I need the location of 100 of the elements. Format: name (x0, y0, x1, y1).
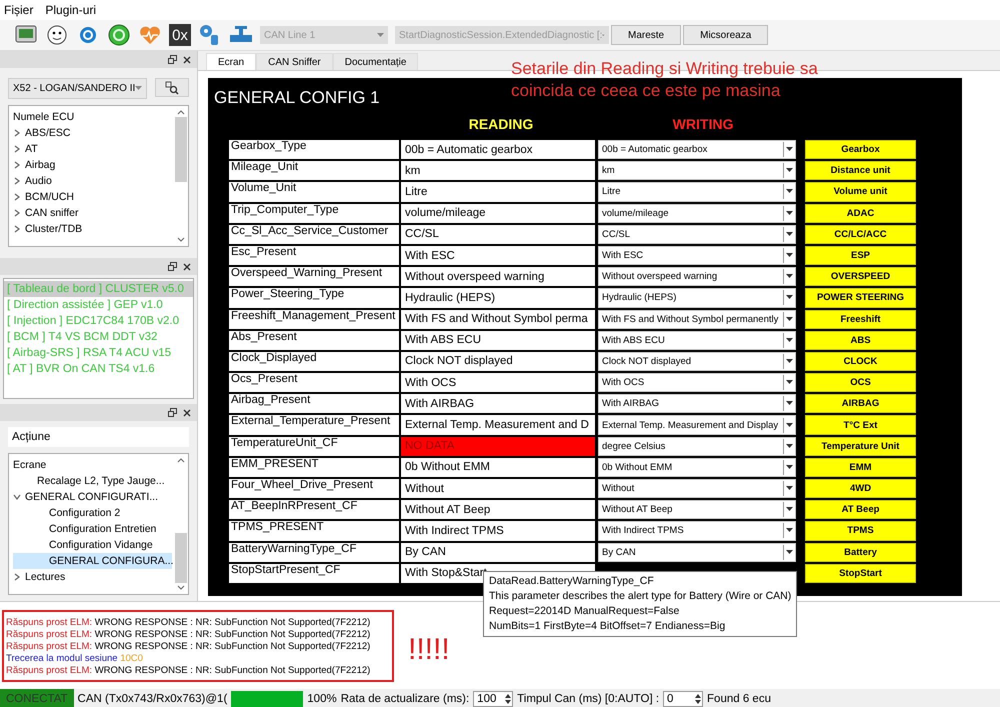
face-icon[interactable] (45, 23, 69, 47)
writing-dropdown[interactable]: By CAN (598, 542, 796, 562)
write-button[interactable]: CC/LC/ACC (805, 224, 916, 244)
parameter-name: EMM_PRESENT (229, 458, 399, 477)
writing-dropdown[interactable]: CC/SL (598, 224, 796, 244)
menu-item[interactable]: Plugin-uri (45, 3, 96, 17)
write-button[interactable]: POWER STEERING (805, 288, 916, 308)
close-icon[interactable] (183, 262, 191, 270)
write-button[interactable]: Volume unit (805, 182, 916, 202)
write-button[interactable]: EMM (805, 458, 916, 477)
scroll-up-icon[interactable] (177, 457, 185, 463)
writing-dropdown[interactable]: km (598, 161, 796, 180)
writing-dropdown[interactable]: Litre (598, 182, 796, 202)
caret-icon (786, 338, 793, 343)
write-button[interactable]: 4WD (805, 479, 916, 498)
hex-button[interactable]: 0x (169, 24, 191, 46)
writing-dropdown[interactable]: Clock NOT displayed (598, 352, 796, 372)
tree-item[interactable]: CAN sniffer (13, 205, 172, 221)
write-button[interactable]: Gearbox (805, 140, 916, 160)
writing-dropdown[interactable]: volume/mileage (598, 204, 796, 223)
tree-item[interactable]: Configuration Entretien (13, 521, 172, 537)
write-button[interactable]: Freeshift (805, 310, 916, 329)
tree-item[interactable]: AT (13, 141, 172, 157)
write-button[interactable]: Temperature Unit (805, 436, 916, 456)
writing-dropdown[interactable]: degree Celsius (598, 436, 796, 456)
writing-dropdown[interactable]: Hydraulic (HEPS) (598, 288, 796, 308)
writing-dropdown[interactable]: With AIRBAG (598, 394, 796, 414)
write-button[interactable]: StopStart (805, 564, 916, 583)
scroll-up-icon[interactable] (177, 109, 185, 115)
tab[interactable]: Documentație (332, 53, 418, 70)
vehicle-dropdown[interactable]: X52 - LOGAN/SANDERO II (8, 78, 148, 99)
scroll-down-icon[interactable] (177, 237, 185, 243)
tree-item[interactable]: Audio (13, 173, 172, 189)
tree-item[interactable]: Configuration Vidange (13, 537, 172, 553)
scroll-thumb[interactable] (175, 117, 187, 182)
refresh-spinbox[interactable]: 100 (473, 691, 514, 707)
write-button[interactable]: T°C Ext (805, 415, 916, 435)
writing-dropdown[interactable]: Without overspeed warning (598, 267, 796, 286)
float-icon[interactable] (168, 262, 177, 271)
close-icon[interactable] (183, 408, 191, 416)
spin-arrows-icon[interactable] (504, 692, 512, 706)
close-icon[interactable] (183, 56, 191, 64)
toolbar-button[interactable]: Micsoreaza (683, 25, 768, 45)
write-button[interactable]: AT Beep (805, 500, 916, 520)
parameter-name: Overspeed_Warning_Present (229, 267, 399, 286)
write-button[interactable]: OVERSPEED (805, 267, 916, 286)
tree-item[interactable]: Cluster/TDB (13, 221, 172, 237)
tree-item[interactable]: GENERAL CONFIGURA... (13, 553, 172, 569)
can-info: CAN (Tx0x743/Rx0x763)@1( (78, 693, 228, 705)
scroll-thumb[interactable] (175, 533, 187, 583)
write-button[interactable]: CLOCK (805, 352, 916, 372)
parameter-name: Freeshift_Management_Present (229, 310, 399, 329)
write-button[interactable]: ADAC (805, 204, 916, 223)
write-button[interactable]: Battery (805, 542, 916, 562)
writing-dropdown[interactable]: Without AT Beep (598, 500, 796, 520)
writing-dropdown[interactable]: With Indirect TPMS (598, 521, 796, 541)
search-button[interactable] (155, 78, 189, 97)
tree-item[interactable]: ABS/ESC (13, 125, 172, 141)
tab[interactable]: Ecran (206, 53, 256, 70)
tree-item[interactable]: BCM/UCH (13, 189, 172, 205)
chevron-icon[interactable] (13, 573, 21, 581)
found-ecu-text: Found 6 ecu (707, 693, 771, 705)
scroll-down-icon[interactable] (177, 585, 185, 591)
menu-item[interactable]: Fișier (4, 3, 34, 17)
write-button[interactable]: TPMS (805, 521, 916, 541)
write-button[interactable]: AIRBAG (805, 394, 916, 414)
parameter-name: Clock_Displayed (229, 352, 399, 372)
spin-arrows-icon[interactable] (694, 692, 702, 706)
writing-dropdown[interactable]: With FS and Without Symbol permanently (598, 310, 796, 329)
writing-dropdown[interactable]: 0b Without EMM (598, 458, 796, 477)
writing-dropdown[interactable]: Without (598, 479, 796, 498)
tree-item[interactable]: GENERAL CONFIGURATI... (13, 489, 172, 505)
float-icon[interactable] (168, 408, 177, 417)
write-button[interactable]: Distance unit (805, 161, 916, 180)
tree-item[interactable]: Recalage L2, Type Jauge... (13, 473, 172, 489)
write-button[interactable]: OCS (805, 373, 916, 392)
chevron-icon[interactable] (13, 493, 21, 501)
tree-item[interactable]: Lectures (13, 569, 172, 585)
parameter-name: TPMS_PRESENT (229, 521, 399, 541)
reading-value: NO DATA (401, 436, 595, 456)
caret-icon (786, 316, 793, 322)
toolbar-button[interactable]: Mareste (611, 25, 682, 45)
action-filter-field[interactable]: Acțiune (8, 427, 189, 447)
write-button[interactable]: ESP (805, 246, 916, 266)
float-icon[interactable] (168, 55, 177, 64)
writing-dropdown[interactable]: With OCS (598, 373, 796, 392)
writing-dropdown[interactable]: External Temp. Measurement and Display (598, 415, 796, 435)
tree-item[interactable]: Configuration 2 (13, 505, 172, 521)
reading-value: With Indirect TPMS (401, 521, 595, 541)
writing-dropdown[interactable]: 00b = Automatic gearbox (598, 140, 796, 160)
writing-dropdown[interactable]: With ABS ECU (598, 330, 796, 350)
tree-item[interactable]: Airbag (13, 157, 172, 173)
writing-dropdown[interactable]: With ESC (598, 246, 796, 266)
tab[interactable]: CAN Sniffer (256, 53, 333, 70)
write-button[interactable]: ABS (805, 330, 916, 350)
parameter-name: Ocs_Present (229, 373, 399, 392)
parameter-name: Gearbox_Type (229, 140, 399, 160)
reading-value: Without (401, 479, 595, 498)
can-time-spinbox[interactable]: 0 (663, 691, 704, 707)
reading-value: Without AT Beep (401, 500, 595, 520)
